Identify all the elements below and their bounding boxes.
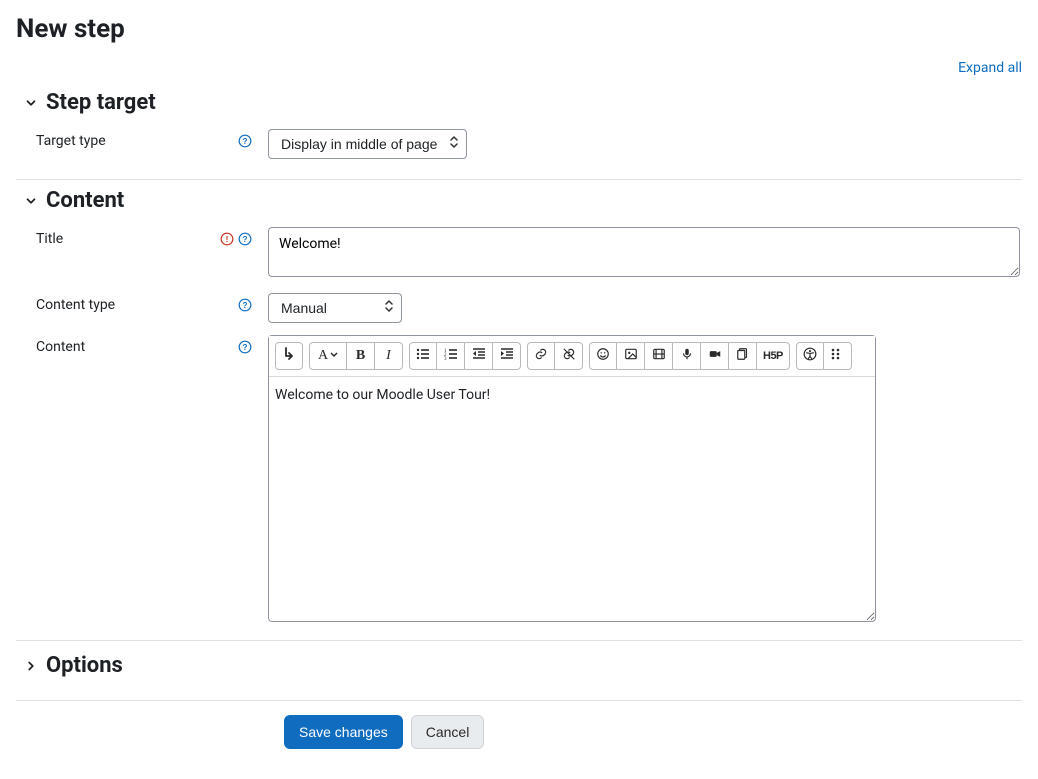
indent-icon	[500, 347, 514, 366]
media-button[interactable]	[645, 342, 673, 370]
row-content-type: Content type ? Manual	[16, 287, 1022, 329]
page-title: New step	[16, 14, 1022, 44]
ordered-list-button[interactable]: 123	[437, 342, 465, 370]
target-type-select[interactable]: Display in middle of page	[268, 129, 467, 159]
row-target-type: Target type ? Display in middle of page	[16, 123, 1022, 165]
section-options: Options	[16, 640, 1022, 700]
help-icon[interactable]: ?	[238, 232, 252, 246]
expand-all-link[interactable]: Expand all	[958, 60, 1022, 76]
screenreader-helper-button[interactable]	[824, 342, 852, 370]
microphone-icon	[680, 347, 694, 366]
list-ol-icon: 123	[444, 347, 458, 366]
outdent-icon	[472, 347, 486, 366]
svg-text:?: ?	[243, 301, 248, 310]
title-label: Title	[36, 231, 214, 247]
title-input[interactable]	[268, 227, 1020, 277]
help-icon[interactable]: ?	[238, 134, 252, 148]
braille-icon	[830, 347, 844, 366]
svg-text:?: ?	[243, 343, 248, 352]
svg-text:3: 3	[444, 357, 447, 361]
video-camera-icon	[708, 347, 722, 366]
smile-icon	[596, 347, 610, 366]
editor-toolbar: A B I 123	[269, 336, 875, 377]
image-button[interactable]	[617, 342, 645, 370]
cancel-button[interactable]: Cancel	[411, 715, 485, 749]
svg-text:2: 2	[444, 353, 447, 358]
unordered-list-button[interactable]	[409, 342, 437, 370]
svg-text:?: ?	[243, 137, 248, 146]
arrow-down-right-icon	[283, 347, 295, 366]
content-type-select[interactable]: Manual	[268, 293, 402, 323]
section-step-target-heading: Step target	[46, 90, 156, 115]
section-step-target-header[interactable]: Step target	[16, 82, 1022, 123]
link-icon	[534, 347, 548, 366]
accessibility-icon	[803, 347, 817, 366]
section-step-target: Step target Target type ? Display in mid…	[16, 82, 1022, 180]
record-audio-button[interactable]	[673, 342, 701, 370]
link-button[interactable]	[527, 342, 555, 370]
svg-text:1: 1	[444, 349, 447, 354]
chevron-down-icon	[24, 194, 38, 208]
record-video-button[interactable]	[701, 342, 729, 370]
section-content-header[interactable]: Content	[16, 180, 1022, 221]
actions-row: Save changes Cancel	[16, 700, 1022, 749]
unlink-button[interactable]	[555, 342, 583, 370]
chevron-down-icon	[24, 96, 38, 110]
files-icon	[736, 347, 750, 366]
italic-button[interactable]: I	[375, 342, 403, 370]
section-content-heading: Content	[46, 188, 124, 213]
film-icon	[652, 347, 666, 366]
content-body-label: Content	[36, 339, 232, 355]
emoji-button[interactable]	[589, 342, 617, 370]
row-title: Title ! ?	[16, 221, 1022, 287]
caret-down-icon	[330, 348, 338, 364]
save-button[interactable]: Save changes	[284, 715, 403, 749]
help-icon[interactable]: ?	[238, 340, 252, 354]
svg-text:?: ?	[243, 235, 248, 244]
target-type-label: Target type	[36, 133, 232, 149]
image-icon	[624, 347, 638, 366]
unlink-icon	[562, 347, 576, 366]
toolbar-toggle-button[interactable]	[275, 342, 303, 370]
svg-text:!: !	[226, 235, 229, 244]
outdent-button[interactable]	[465, 342, 493, 370]
manage-files-button[interactable]	[729, 342, 757, 370]
section-options-header[interactable]: Options	[16, 649, 1022, 686]
section-options-heading: Options	[46, 653, 123, 678]
editor-body[interactable]: Welcome to our Moodle User Tour!	[269, 377, 875, 621]
paragraph-style-button[interactable]: A	[309, 342, 347, 370]
list-ul-icon	[416, 347, 430, 366]
help-icon[interactable]: ?	[238, 298, 252, 312]
h5p-icon: H5P	[763, 350, 783, 362]
chevron-right-icon	[24, 659, 38, 673]
bold-button[interactable]: B	[347, 342, 375, 370]
rich-text-editor: A B I 123	[268, 335, 876, 622]
h5p-button[interactable]: H5P	[757, 342, 790, 370]
content-type-label: Content type	[36, 297, 232, 313]
required-icon: !	[220, 232, 234, 246]
accessibility-checker-button[interactable]	[796, 342, 824, 370]
row-content-body: Content ?	[16, 329, 1022, 628]
indent-button[interactable]	[493, 342, 521, 370]
section-content: Content Title ! ? Content type ?	[16, 180, 1022, 640]
